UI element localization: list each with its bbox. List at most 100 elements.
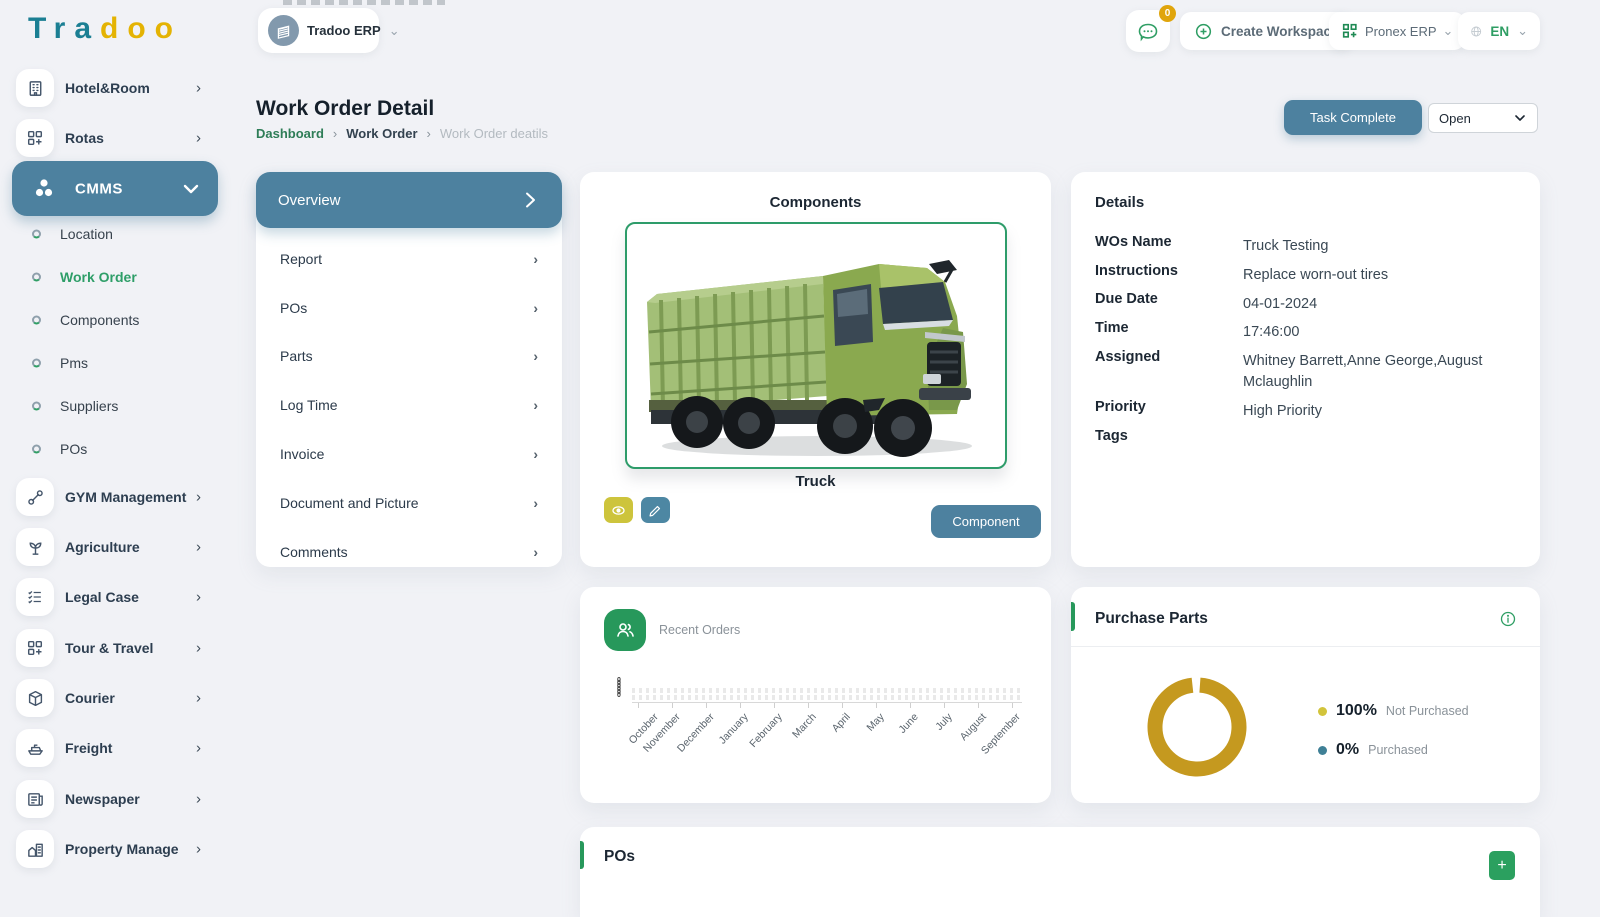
card-accent-bar xyxy=(580,841,584,869)
chevron-down-icon: ⌄ xyxy=(1517,23,1528,39)
language-switcher[interactable]: EN ⌄ xyxy=(1458,12,1540,50)
tab-report[interactable]: Report› xyxy=(256,234,562,283)
purchase-parts-title: Purchase Parts xyxy=(1095,610,1208,628)
sidebar-sublabel: POs xyxy=(60,441,87,457)
sidebar-subitem-pos[interactable]: POs xyxy=(0,434,232,464)
workspace-label: Tradoo ERP xyxy=(307,23,381,38)
view-component-button[interactable] xyxy=(604,497,633,523)
chevron-right-icon xyxy=(520,190,540,210)
eye-icon xyxy=(610,502,627,519)
legend-percent: 0% xyxy=(1336,741,1359,759)
breadcrumb-dashboard[interactable]: Dashboard xyxy=(256,126,324,141)
add-po-button[interactable]: + xyxy=(1489,851,1515,880)
bullet-icon xyxy=(32,359,41,368)
legend-label: Not Purchased xyxy=(1386,704,1469,718)
tab-comments[interactable]: Comments› xyxy=(256,527,562,576)
sidebar-label: Newspaper xyxy=(65,791,140,807)
chart-x-ticks xyxy=(638,703,1023,708)
sidebar-item-gym-management[interactable]: GYM Management › xyxy=(0,478,232,516)
sidebar-item-agriculture[interactable]: Agriculture › xyxy=(0,528,232,566)
sidebar-item-property-manage[interactable]: Property Manage › xyxy=(0,830,232,868)
sidebar-item-rotas[interactable]: Rotas › xyxy=(0,119,232,157)
sidebar-subitem-pms[interactable]: Pms xyxy=(0,348,232,378)
workspace-avatar xyxy=(268,15,299,46)
legend-not-purchased: 100% Not Purchased xyxy=(1318,702,1469,720)
sidebar-item-freight[interactable]: Freight › xyxy=(0,729,232,767)
chevron-down-icon xyxy=(1513,111,1527,125)
tab-overview-active[interactable]: Overview xyxy=(256,172,562,228)
detail-value: 04-01-2024 xyxy=(1243,294,1515,315)
component-button[interactable]: Component xyxy=(931,505,1041,538)
create-workspace-button[interactable]: Create Workspace xyxy=(1180,12,1353,50)
plus-circle-icon xyxy=(1194,22,1213,41)
detail-value: 17:46:00 xyxy=(1243,322,1515,343)
detail-value: Replace worn-out tires xyxy=(1243,265,1515,286)
sidebar-item-newspaper[interactable]: Newspaper › xyxy=(0,780,232,818)
legend-label: Purchased xyxy=(1368,743,1428,757)
legend-percent: 100% xyxy=(1336,702,1377,720)
app-logo: Tradoo xyxy=(28,12,182,46)
sidebar-item-cmms-active[interactable]: CMMS xyxy=(12,161,218,216)
y-axis-cramped-labels: 000000 xyxy=(613,679,625,697)
divider xyxy=(1071,646,1540,647)
checklist-icon xyxy=(16,578,54,616)
status-value: Open xyxy=(1439,111,1471,126)
chevron-right-icon: › xyxy=(196,841,201,858)
workspace-switcher[interactable]: Tradoo ERP ⌄ xyxy=(258,8,379,53)
bullet-icon xyxy=(32,273,41,282)
pos-section-title: POs xyxy=(604,848,635,866)
tab-pos[interactable]: POs› xyxy=(256,283,562,332)
detail-label: Priority xyxy=(1095,399,1146,415)
ship-icon xyxy=(16,729,54,767)
chevron-right-icon: › xyxy=(196,130,201,147)
building-icon xyxy=(16,69,54,107)
chevron-down-icon: ⌄ xyxy=(389,23,400,39)
purchase-parts-card: Purchase Parts 100% Not Purchased 0% Pur… xyxy=(1071,587,1540,803)
sidebar-label: CMMS xyxy=(75,180,123,197)
chat-icon xyxy=(1137,20,1159,42)
detail-value: Whitney Barrett,Anne George,August Mclau… xyxy=(1243,351,1501,393)
detail-label: WOs Name xyxy=(1095,234,1172,250)
legend-dot-teal xyxy=(1318,746,1327,755)
logo-part-yellow: doo xyxy=(100,12,182,45)
card-accent-bar xyxy=(1071,602,1075,631)
sidebar-label: Rotas xyxy=(65,130,104,146)
building-icon xyxy=(275,22,292,39)
edit-component-button[interactable] xyxy=(641,497,670,523)
sidebar-sublabel: Components xyxy=(60,312,139,328)
sidebar-subitem-suppliers[interactable]: Suppliers xyxy=(0,391,232,421)
bullet-icon xyxy=(32,402,41,411)
chevron-down-icon: ⌄ xyxy=(1443,23,1454,39)
tab-parts[interactable]: Parts› xyxy=(256,331,562,380)
sidebar-sublabel: Pms xyxy=(60,355,88,371)
recent-orders-card: Recent Orders 000000 October November De… xyxy=(580,587,1051,803)
chevron-right-icon: › xyxy=(196,690,201,707)
bullet-icon xyxy=(32,230,41,239)
tab-document-picture[interactable]: Document and Picture› xyxy=(256,478,562,527)
sidebar-subitem-components[interactable]: Components xyxy=(0,305,232,335)
component-name: Truck xyxy=(580,473,1051,490)
component-image[interactable] xyxy=(625,222,1007,469)
chat-button[interactable]: 0 xyxy=(1126,10,1170,52)
erp-switcher[interactable]: Pronex ERP ⌄ xyxy=(1329,12,1465,50)
sidebar-subitem-location[interactable]: Location xyxy=(0,219,232,249)
truck-image xyxy=(627,224,1005,467)
chevron-right-icon: › xyxy=(533,446,538,462)
detail-value: High Priority xyxy=(1243,401,1515,422)
breadcrumb-work-order[interactable]: Work Order xyxy=(346,126,417,141)
sidebar-item-courier[interactable]: Courier › xyxy=(0,679,232,717)
components-card: Components xyxy=(580,172,1051,567)
sidebar-item-legal-case[interactable]: Legal Case › xyxy=(0,578,232,616)
sidebar-item-hotel-room[interactable]: Hotel&Room › xyxy=(0,69,232,107)
tab-log-time[interactable]: Log Time› xyxy=(256,380,562,429)
sidebar-item-tour-travel[interactable]: Tour & Travel › xyxy=(0,629,232,667)
status-select[interactable]: Open xyxy=(1428,103,1538,133)
purchase-parts-donut-chart xyxy=(1141,671,1253,783)
info-icon[interactable] xyxy=(1500,611,1516,632)
tab-invoice[interactable]: Invoice› xyxy=(256,429,562,478)
package-icon xyxy=(16,679,54,717)
task-complete-button[interactable]: Task Complete xyxy=(1284,100,1422,135)
sidebar-label: Property Manage xyxy=(65,841,179,857)
language-label: EN xyxy=(1490,24,1509,39)
sidebar-subitem-work-order[interactable]: Work Order xyxy=(0,262,232,292)
